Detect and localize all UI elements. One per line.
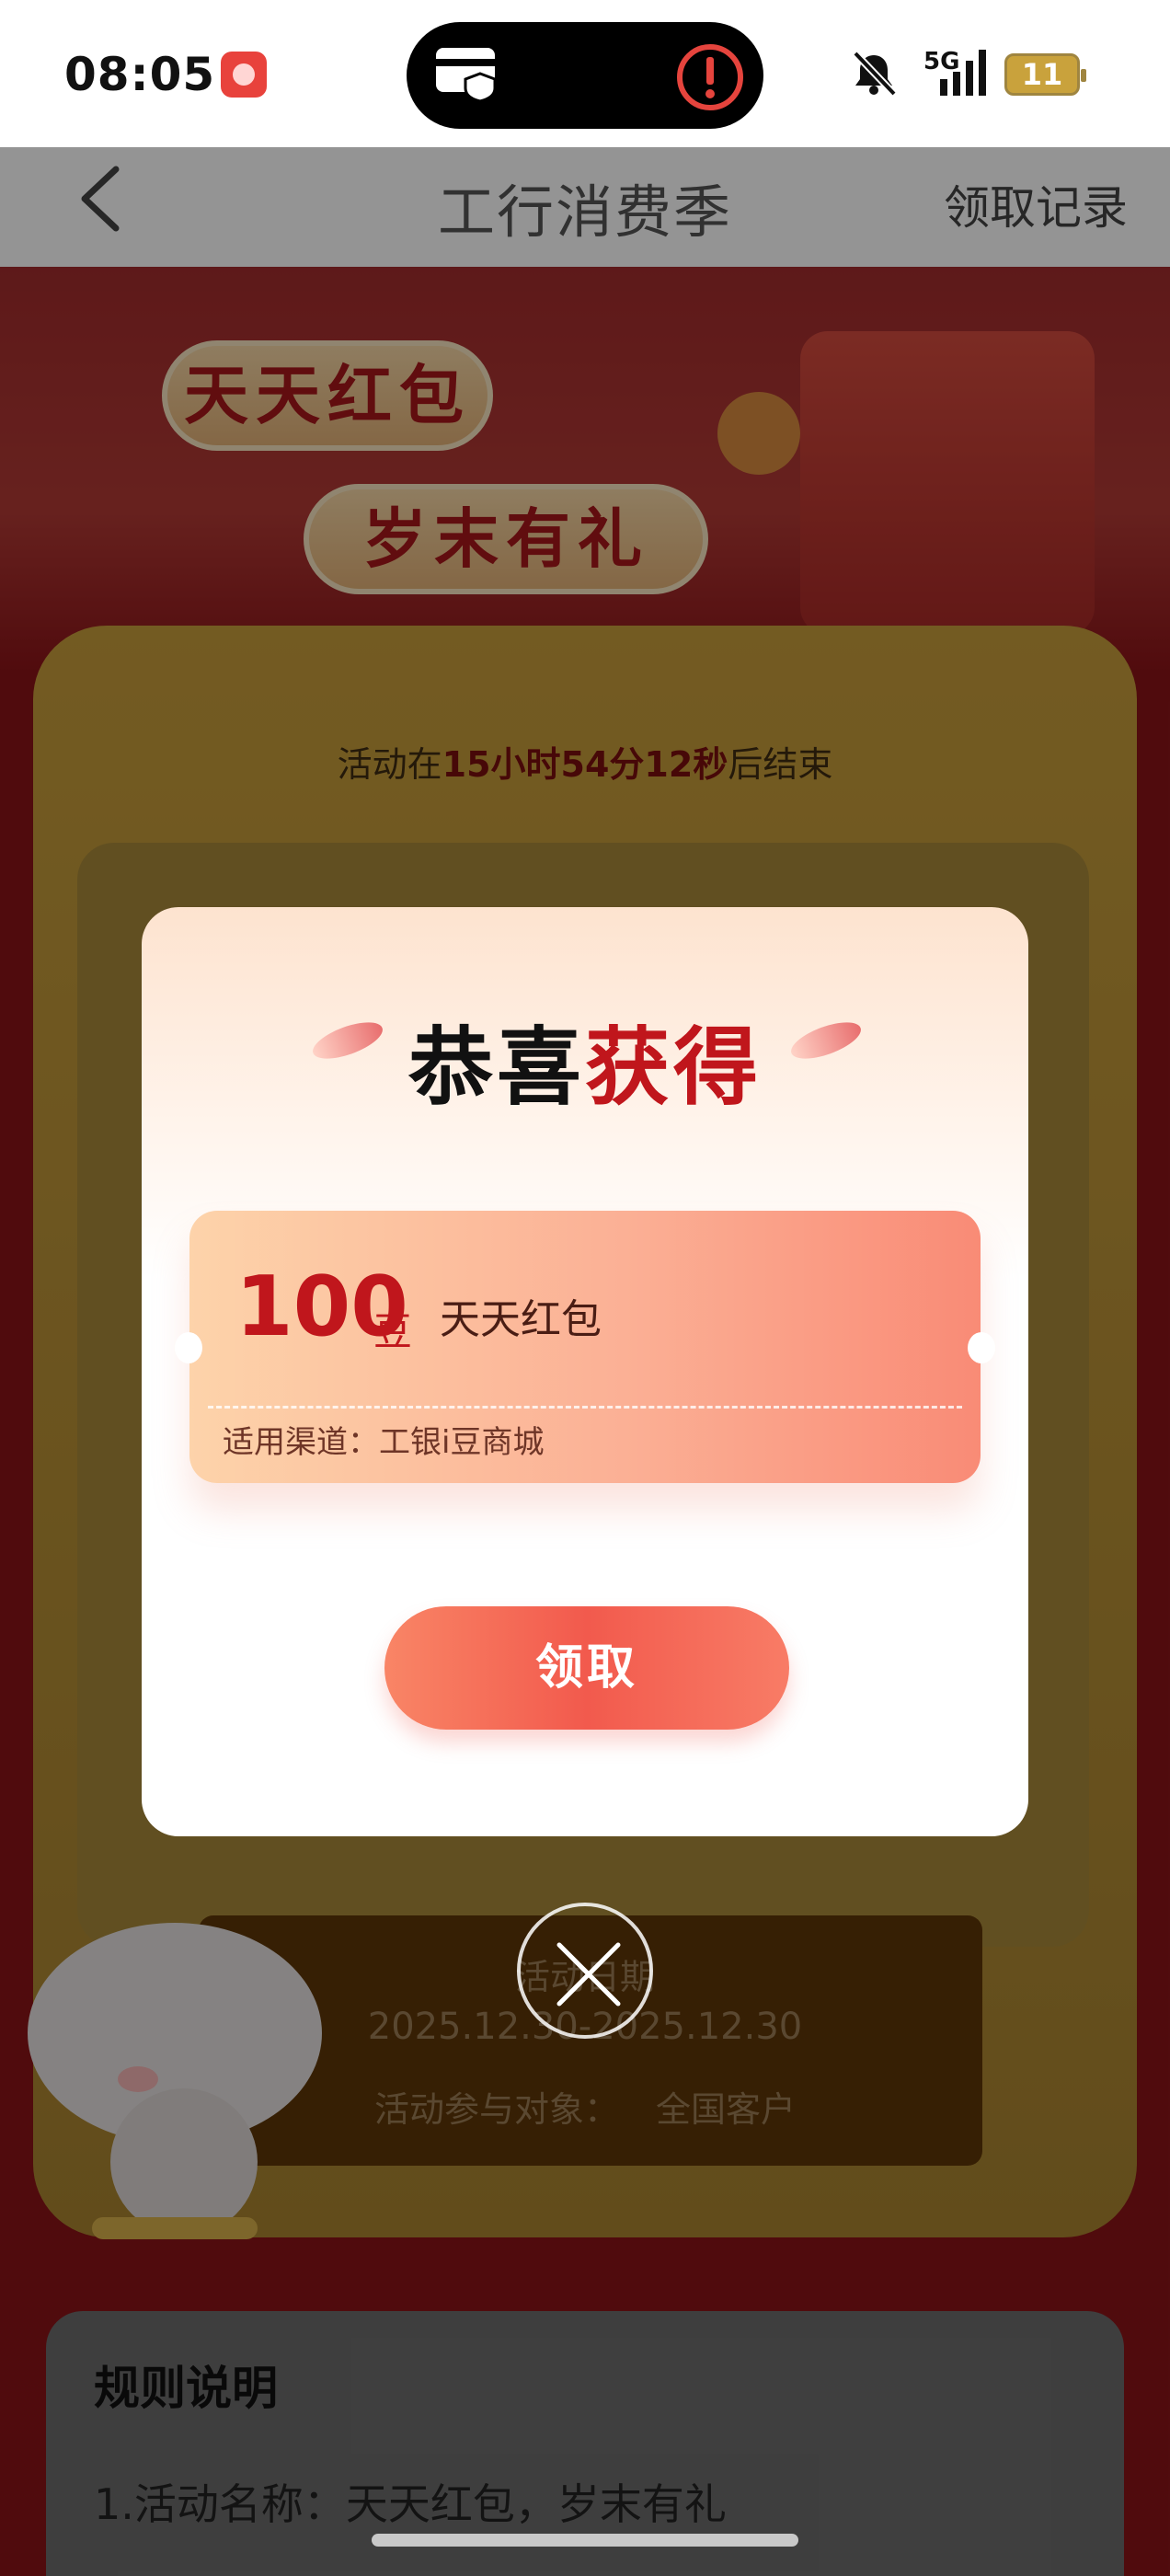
modal-title: 恭喜获得 <box>407 1018 763 1117</box>
close-modal-button[interactable] <box>517 1903 653 2039</box>
battery-icon: 11 <box>1004 53 1086 96</box>
reward-coupon: 100 豆 天天红包 适用渠道：工银i豆商城 <box>175 1211 995 1483</box>
app-notification-icon <box>221 52 267 98</box>
signal-icon <box>940 50 986 96</box>
alert-icon <box>677 44 743 110</box>
status-time: 08:05 <box>64 48 216 101</box>
coupon-divider <box>208 1406 962 1409</box>
card-shield-icon <box>436 48 497 103</box>
reward-modal: 恭喜获得 100 豆 天天红包 适用渠道：工银i豆商城 领取 <box>142 907 1028 1836</box>
status-bar: 08:05 5G 11 <box>0 0 1170 147</box>
close-icon <box>556 1942 621 2007</box>
coupon-name: 天天红包 <box>440 1296 602 1343</box>
battery-level: 11 <box>1021 57 1063 92</box>
claim-button[interactable]: 领取 <box>384 1606 789 1730</box>
coupon-channel: 适用渠道：工银i豆商城 <box>223 1424 545 1461</box>
coupon-unit: 豆 <box>373 1309 413 1354</box>
home-indicator[interactable] <box>372 2534 798 2547</box>
bell-muted-icon <box>853 51 897 97</box>
